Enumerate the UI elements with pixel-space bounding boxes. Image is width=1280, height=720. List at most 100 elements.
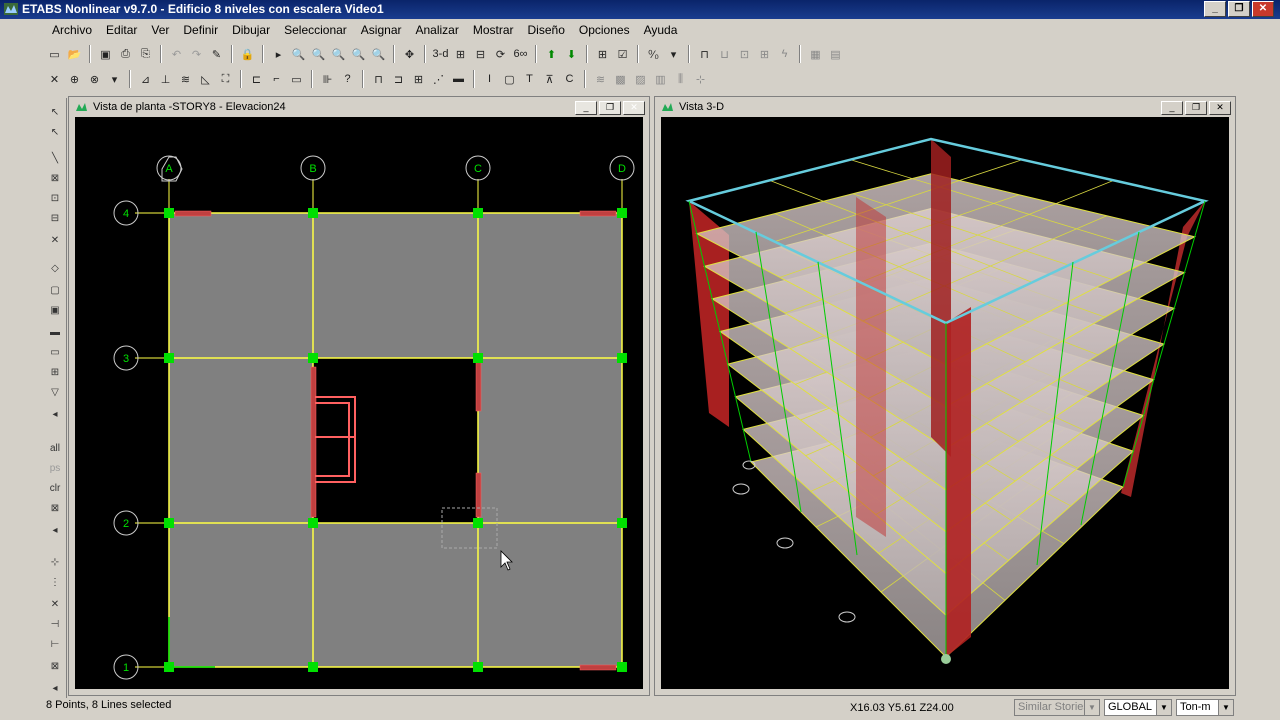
select-arrow-icon[interactable]: ↖	[47, 104, 63, 120]
similar-stories-select[interactable]: Similar Stories ▼	[1014, 699, 1100, 716]
rotate-icon[interactable]: ⟳	[492, 46, 509, 63]
intersect-icon[interactable]: ⊠	[47, 500, 63, 516]
snap-grid-icon[interactable]: ⊠	[47, 658, 63, 674]
pointer-select-icon[interactable]: ↖	[47, 124, 63, 140]
snap-mid-icon[interactable]: ⋮	[47, 574, 63, 590]
plan-drawing[interactable]: A B C D 4 3 2 1	[75, 117, 643, 689]
delete-x-icon[interactable]: ✕	[47, 232, 63, 248]
draw-line-icon[interactable]: ╲	[47, 150, 63, 166]
menu-ayuda[interactable]: Ayuda	[637, 20, 685, 37]
channel-icon[interactable]: ⊼	[541, 71, 558, 88]
select-icon[interactable]: ✕	[46, 71, 63, 88]
menu-asignar[interactable]: Asignar	[354, 20, 409, 37]
all-select-icon[interactable]: all	[47, 440, 63, 456]
snap-joint-icon[interactable]: ⊹	[47, 554, 63, 570]
target-icon[interactable]: ⊕	[66, 71, 83, 88]
collapse-icon[interactable]: ◂	[47, 406, 63, 422]
joint-icon[interactable]: ⊡	[736, 46, 753, 63]
3d-drawing[interactable]	[661, 117, 1229, 689]
lightning-icon[interactable]: ϟ	[776, 46, 793, 63]
draw-slab-icon[interactable]: ▽	[47, 384, 63, 400]
link-icon[interactable]: ⌐	[268, 71, 285, 88]
extra-icon[interactable]: ⊹	[692, 71, 709, 88]
draw-brace-icon[interactable]: ⊡	[47, 190, 63, 206]
down-arrow-icon[interactable]: ⬇	[563, 46, 580, 63]
percent-icon[interactable]: ⁰⁄₀	[645, 46, 662, 63]
menu-mostrar[interactable]: Mostrar	[466, 20, 521, 37]
brace-icon[interactable]: ⊞	[410, 71, 427, 88]
3d-view-icon[interactable]: 3-d	[432, 46, 449, 63]
draw-opening-icon[interactable]: ▭	[47, 344, 63, 360]
clr-select-icon[interactable]: clr	[47, 480, 63, 496]
snap-intersect-icon[interactable]: ✕	[47, 596, 63, 612]
draw-grid-icon[interactable]: ⊞	[47, 364, 63, 380]
plan-view-canvas[interactable]: A B C D 4 3 2 1	[75, 117, 643, 689]
comb-icon[interactable]: ⫼	[672, 71, 689, 88]
elevation-view-icon[interactable]: ⊟	[472, 46, 489, 63]
C-section-icon[interactable]: C	[561, 71, 578, 88]
redo-icon[interactable]: ↷	[188, 46, 205, 63]
new-icon[interactable]: ▭	[46, 46, 63, 63]
restraint-icon[interactable]: ⊥	[157, 71, 174, 88]
section-icon[interactable]: ⛶	[217, 71, 234, 88]
grid-icon[interactable]: ⊞	[594, 46, 611, 63]
plan-minimize-button[interactable]: _	[575, 101, 597, 115]
lock-icon[interactable]: 🔒	[239, 46, 256, 63]
save-icon[interactable]: ▣	[97, 46, 114, 63]
ps-select-icon[interactable]: ps	[47, 460, 63, 476]
snap-line-icon[interactable]: ⊢	[47, 636, 63, 652]
units-select[interactable]: Ton-m ▼	[1176, 699, 1234, 716]
spring-icon[interactable]: ≋	[177, 71, 194, 88]
pan-icon[interactable]: ✥	[401, 46, 418, 63]
snap-perp-icon[interactable]: ⊣	[47, 616, 63, 632]
3d-maximize-button[interactable]: ❐	[1185, 101, 1207, 115]
shell-icon[interactable]: ⊔	[716, 46, 733, 63]
draw-wall-icon[interactable]: ▬	[47, 324, 63, 340]
frame-dropdown-icon[interactable]: ⊞	[756, 46, 773, 63]
zoom-all-icon[interactable]: 🔍	[350, 46, 367, 63]
3d-view-canvas[interactable]	[661, 117, 1229, 689]
menu-archivo[interactable]: Archivo	[0, 20, 99, 37]
menu-diseno[interactable]: Diseño	[521, 20, 572, 37]
menu-definir[interactable]: Definir	[176, 20, 225, 37]
options-icon[interactable]: ▤	[827, 46, 844, 63]
collapse3-icon[interactable]: ◂	[47, 680, 63, 696]
menu-opciones[interactable]: Opciones	[572, 20, 637, 37]
draw-column-icon[interactable]: ⊟	[47, 210, 63, 226]
frame-icon[interactable]: ⊓	[696, 46, 713, 63]
T-section-icon[interactable]: T	[521, 71, 538, 88]
zoom-in-icon[interactable]: 🔍	[290, 46, 307, 63]
collapse2-icon[interactable]: ◂	[47, 522, 63, 538]
draw-rect-icon[interactable]: ▢	[47, 282, 63, 298]
column-icon[interactable]: ⊐	[390, 71, 407, 88]
wall-icon[interactable]: ▭	[288, 71, 305, 88]
mass-icon[interactable]: ▨	[632, 71, 649, 88]
menu-analizar[interactable]: Analizar	[408, 20, 465, 37]
undo-icon[interactable]: ↶	[168, 46, 185, 63]
perspective-icon[interactable]: 6∞	[512, 46, 529, 63]
zoom-prev-icon[interactable]: 🔍	[370, 46, 387, 63]
close-button[interactable]: ✕	[1252, 1, 1274, 17]
assign-icon[interactable]: ⊿	[137, 71, 154, 88]
table-icon[interactable]: ▦	[807, 46, 824, 63]
menu-editar[interactable]: Editar	[99, 20, 144, 37]
load-icon[interactable]: ⊪	[319, 71, 336, 88]
menu-seleccionar[interactable]: Seleccionar	[277, 20, 354, 37]
line-snap-icon[interactable]: ▾	[106, 71, 123, 88]
joint-snap-icon[interactable]: ⊗	[86, 71, 103, 88]
zoom-window-icon[interactable]: 🔍	[330, 46, 347, 63]
draw-beam-icon[interactable]: ⊠	[47, 170, 63, 186]
question-icon[interactable]: ?	[339, 71, 356, 88]
pencil-icon[interactable]: ✎	[208, 46, 225, 63]
quake-icon[interactable]: ▩	[612, 71, 629, 88]
I-section-icon[interactable]: I	[481, 71, 498, 88]
3d-close-button[interactable]: ✕	[1209, 101, 1231, 115]
sheet-icon[interactable]: ▥	[652, 71, 669, 88]
print-setup-icon[interactable]: ⎘	[137, 46, 154, 63]
box-icon[interactable]: ▢	[501, 71, 518, 88]
draw-point-icon[interactable]: ▣	[47, 302, 63, 318]
print-icon[interactable]: ⎙	[117, 46, 134, 63]
zoom-out-icon[interactable]: 🔍	[310, 46, 327, 63]
diaphragm-icon[interactable]: ◺	[197, 71, 214, 88]
up-arrow-icon[interactable]: ⬆	[543, 46, 560, 63]
